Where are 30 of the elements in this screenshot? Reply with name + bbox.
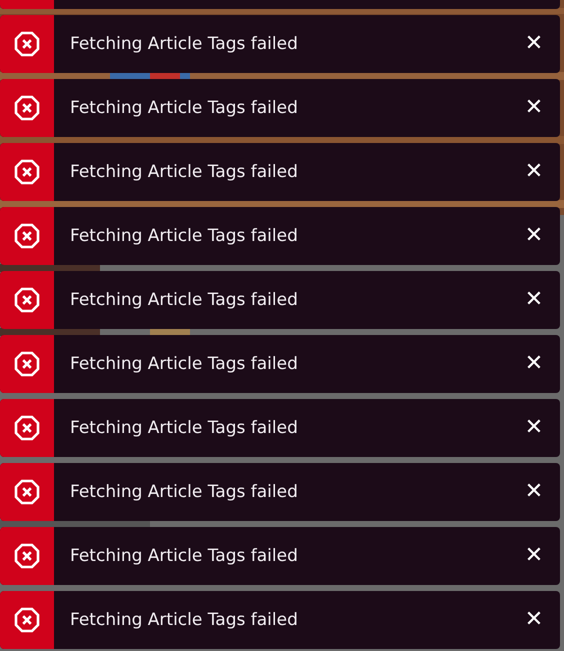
- toast-message: Fetching Article Tags failed: [70, 98, 298, 118]
- error-icon: [14, 31, 40, 57]
- error-icon: [14, 607, 40, 633]
- close-button[interactable]: ✕: [518, 220, 550, 252]
- toast-message: Fetching Article Tags failed: [70, 34, 298, 54]
- toast-message: Fetching Article Tags failed: [70, 354, 298, 374]
- close-button[interactable]: ✕: [518, 28, 550, 60]
- toast-message: Fetching Article Tags failed: [70, 418, 298, 438]
- close-button[interactable]: ✕: [518, 156, 550, 188]
- error-icon: [14, 287, 40, 313]
- toast-message: Fetching Article Tags failed: [70, 546, 298, 566]
- error-icon: [14, 95, 40, 121]
- toast-message: Fetching Article Tags failed: [70, 482, 298, 502]
- toast-message: Fetching Article Tags failed: [70, 226, 298, 246]
- close-button[interactable]: ✕: [518, 92, 550, 124]
- close-button[interactable]: ✕: [518, 476, 550, 508]
- error-icon: [14, 479, 40, 505]
- close-button[interactable]: ✕: [518, 540, 550, 572]
- close-button[interactable]: ✕: [518, 284, 550, 316]
- toast-message: Fetching Article Tags failed: [70, 610, 298, 630]
- close-button[interactable]: ✕: [518, 348, 550, 380]
- error-icon: [14, 351, 40, 377]
- error-icon: [14, 543, 40, 569]
- toast-message: Fetching Article Tags failed: [70, 162, 298, 182]
- error-icon: [14, 415, 40, 441]
- close-button[interactable]: ✕: [518, 604, 550, 636]
- close-button[interactable]: ✕: [518, 412, 550, 444]
- error-icon: [14, 159, 40, 185]
- error-icon: [14, 223, 40, 249]
- toast-message: Fetching Article Tags failed: [70, 290, 298, 310]
